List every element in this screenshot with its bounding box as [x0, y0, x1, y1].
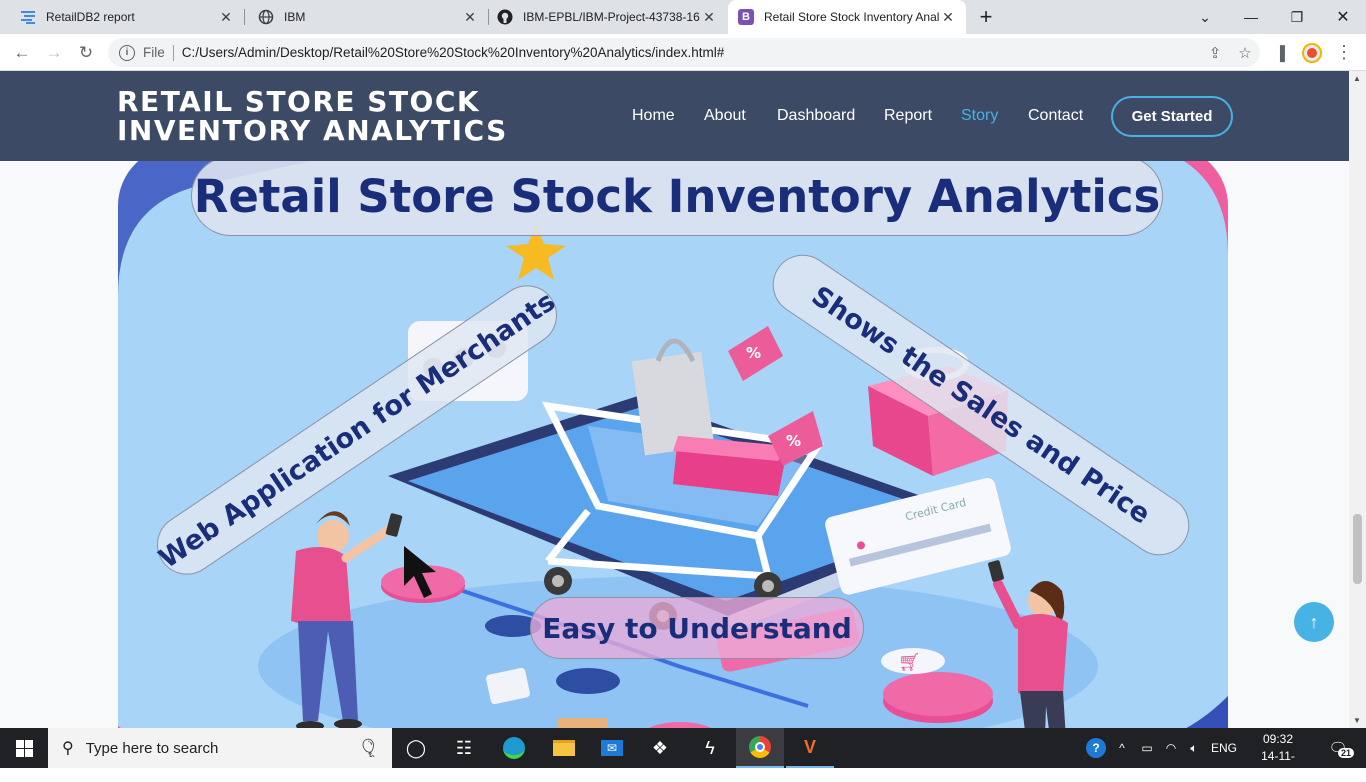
close-icon[interactable]: ✕ [462, 9, 478, 26]
site-header: RETAIL STORE STOCK INVENTORY ANALYTICS H… [0, 71, 1349, 161]
scheme-label: File [143, 45, 165, 60]
svg-text:%: % [746, 344, 761, 362]
svg-text:%: % [786, 432, 801, 450]
scrollbar-thumb[interactable] [1353, 514, 1362, 584]
dropbox-icon[interactable]: ❖ [636, 728, 684, 768]
search-highlight-icon: 🎈︎ [357, 737, 380, 758]
taskbar-search-box[interactable]: ⚲ Type here to search 🎈︎ [48, 728, 392, 768]
address-bar[interactable]: i File C:/Users/Admin/Desktop/Retail%20S… [108, 38, 1260, 67]
start-button[interactable] [0, 728, 48, 768]
notification-center-icon[interactable]: 🗨︎ 21 [1316, 728, 1360, 768]
close-icon[interactable]: ✕ [701, 9, 717, 26]
profile-avatar[interactable] [1296, 34, 1328, 71]
bookmark-star-icon[interactable]: ☆ [1230, 44, 1260, 62]
back-to-top-button[interactable]: ↑ [1294, 602, 1334, 642]
globe-icon [258, 9, 274, 25]
edge-browser-icon[interactable] [490, 728, 538, 768]
tab-search-chevron-icon[interactable]: ⌄ [1182, 0, 1228, 34]
search-placeholder: Type here to search [85, 739, 219, 757]
browser-tab-strip: RetailDB2 report ✕ IBM ✕ IBM-EPBL/IBM-Pr… [0, 0, 1366, 34]
tab-title: RetailDB2 report [46, 10, 135, 24]
tab-ibm[interactable]: IBM ✕ [238, 0, 488, 34]
minimize-icon[interactable]: — [1228, 0, 1274, 34]
page-scrollbar[interactable]: ▲ ▼ [1349, 71, 1366, 728]
info-icon[interactable]: i [119, 44, 135, 61]
reload-icon[interactable]: ↻ [70, 34, 102, 71]
banner-easy-to-understand: Easy to Understand [530, 597, 864, 659]
github-icon [497, 9, 513, 25]
system-clock[interactable]: 09:32 14-11-2022 [1248, 731, 1308, 782]
site-logo[interactable]: RETAIL STORE STOCK INVENTORY ANALYTICS [117, 87, 537, 145]
scroll-up-icon[interactable]: ▲ [1353, 74, 1361, 83]
svg-text:🛒︎: 🛒︎ [898, 652, 921, 672]
back-arrow-icon[interactable]: ← [6, 34, 38, 71]
forward-arrow-icon[interactable]: → [38, 34, 70, 71]
scroll-down-icon[interactable]: ▼ [1353, 716, 1361, 725]
menu-kebab-icon[interactable]: ⋮ [1328, 34, 1360, 71]
close-icon[interactable]: ✕ [218, 9, 234, 26]
nav-home[interactable]: Home [632, 107, 675, 125]
nav-report[interactable]: Report [884, 107, 932, 125]
new-tab-button[interactable]: + [964, 0, 1008, 34]
tab-title: Retail Store Stock Inventory Anal [764, 10, 940, 24]
tab-github-project[interactable]: IBM-EPBL/IBM-Project-43738-16 ✕ [477, 0, 727, 34]
app-s-icon[interactable]: ϟ [686, 728, 734, 768]
tab-retail-store-analytics[interactable]: B Retail Store Stock Inventory Anal ✕ [728, 0, 966, 34]
search-icon: ⚲ [62, 740, 74, 757]
clock-time: 09:32 [1262, 732, 1294, 746]
tab-title: IBM-EPBL/IBM-Project-43738-16 [523, 10, 700, 24]
nav-dashboard[interactable]: Dashboard [777, 107, 855, 125]
corner-blob-blue [1186, 696, 1228, 728]
windows-taskbar: ⚲ Type here to search 🎈︎ ◯ ☷ ✉ ❖ ϟ V ? ^… [0, 728, 1366, 780]
help-icon[interactable]: ? [1082, 728, 1110, 768]
file-explorer-icon[interactable] [540, 728, 588, 768]
windows-logo-icon [15, 739, 33, 757]
page-viewport: RETAIL STORE STOCK INVENTORY ANALYTICS H… [0, 71, 1366, 728]
get-started-button[interactable]: Get Started [1111, 96, 1233, 137]
url-text[interactable]: C:/Users/Admin/Desktop/Retail%20Store%20… [182, 45, 1200, 60]
nav-contact[interactable]: Contact [1028, 107, 1083, 125]
volume-icon[interactable]: 🔈︎ [1183, 728, 1205, 768]
nav-about[interactable]: About [704, 107, 746, 125]
tab-title: IBM [284, 10, 306, 24]
arrow-up-icon: ↑ [1309, 611, 1319, 632]
battery-icon[interactable]: ▭ [1136, 728, 1158, 768]
language-indicator[interactable]: ENG [1208, 728, 1240, 768]
hero-section: % % Credit Card 🛒︎ Retail Store Stock In… [118, 146, 1228, 728]
clock-date: 14-11-2022 [1261, 749, 1295, 780]
show-hidden-icons-chevron[interactable]: ^ [1112, 728, 1132, 768]
share-icon[interactable]: ⇪ [1200, 44, 1230, 62]
app-v-icon[interactable]: V [786, 728, 834, 768]
nav-story[interactable]: Story [961, 107, 998, 125]
window-close-icon[interactable]: ✕ [1320, 0, 1366, 34]
side-panel-icon[interactable]: ▐ [1264, 34, 1296, 71]
restore-icon[interactable]: ❐ [1274, 0, 1320, 34]
mail-icon[interactable]: ✉ [588, 728, 636, 768]
chart-lines-icon [20, 9, 36, 25]
task-view-icon[interactable]: ◯ [392, 728, 440, 768]
chrome-icon[interactable] [736, 728, 784, 768]
close-icon[interactable]: ✕ [940, 9, 956, 26]
widgets-icon[interactable]: ☷ [440, 728, 488, 768]
tab-retaildb2-report[interactable]: RetailDB2 report ✕ [0, 0, 244, 34]
hero-title: Retail Store Stock Inventory Analytics [191, 156, 1163, 236]
wifi-icon[interactable]: ◠ [1160, 728, 1182, 768]
notification-count-badge: 21 [1337, 748, 1354, 758]
bootstrap-icon: B [738, 9, 754, 25]
browser-toolbar: ← → ↻ i File C:/Users/Admin/Desktop/Reta… [0, 34, 1366, 71]
